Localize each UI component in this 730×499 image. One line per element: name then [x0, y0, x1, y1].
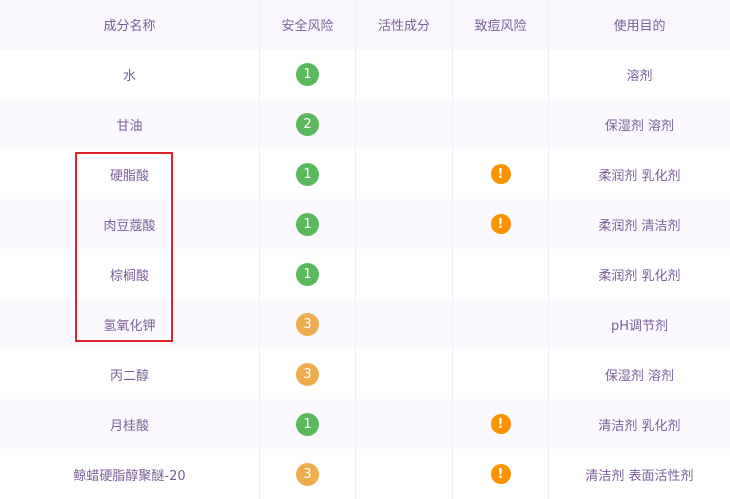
active-cell: [356, 349, 453, 399]
acne-cell: [453, 99, 549, 149]
safety-cell: 2: [260, 99, 356, 149]
table-row[interactable]: 月桂酸 1 ! 清洁剂 乳化剂: [0, 399, 730, 449]
purpose-cell: 保湿剂 溶剂: [604, 368, 675, 384]
header-acne: 致痘风险: [453, 0, 549, 49]
safety-cell: 1: [260, 249, 356, 299]
acne-cell: [453, 249, 549, 299]
safety-cell: 1: [260, 399, 356, 449]
header-active: 活性成分: [356, 0, 453, 49]
acne-cell: [453, 49, 549, 99]
purpose-cell: 清洁剂 乳化剂: [598, 418, 681, 434]
table-header: 成分名称 安全风险 活性成分 致痘风险 使用目的: [0, 0, 730, 49]
highlight-box: [75, 152, 173, 342]
header-purpose: 使用目的: [613, 19, 666, 34]
safety-badge: 1: [296, 262, 319, 286]
safety-cell: 3: [260, 299, 356, 349]
active-cell: [356, 299, 453, 349]
safety-cell: 1: [260, 49, 356, 99]
acne-warning-icon: !: [490, 164, 511, 184]
acne-cell: !: [453, 449, 549, 499]
active-cell: [356, 399, 453, 449]
ingredient-name[interactable]: 丙二醇: [0, 349, 260, 399]
acne-cell: [453, 349, 549, 399]
purpose-cell: pH调节剂: [610, 318, 669, 334]
acne-cell: !: [453, 399, 549, 449]
acne-cell: !: [453, 149, 549, 199]
active-cell: [356, 149, 453, 199]
header-safety: 安全风险: [260, 0, 356, 49]
acne-warning-icon: !: [490, 214, 511, 234]
safety-badge: 1: [296, 412, 319, 436]
table-row[interactable]: 甘油 2 保湿剂 溶剂: [0, 99, 730, 149]
ingredient-name[interactable]: 月桂酸: [0, 399, 260, 449]
safety-badge: 1: [296, 162, 319, 186]
safety-cell: 3: [260, 449, 356, 499]
active-cell: [356, 449, 453, 499]
ingredient-name[interactable]: 鲸蜡硬脂醇聚醚-20: [0, 449, 260, 499]
active-cell: [356, 199, 453, 249]
safety-badge: 1: [296, 62, 319, 86]
purpose-cell: 柔润剂 乳化剂: [598, 168, 681, 184]
acne-cell: [453, 299, 549, 349]
acne-warning-icon: !: [490, 464, 511, 484]
purpose-cell: 柔润剂 清洁剂: [598, 218, 681, 234]
table-row[interactable]: 水 1 溶剂: [0, 49, 730, 99]
safety-badge: 3: [296, 312, 319, 336]
active-cell: [356, 249, 453, 299]
purpose-cell: 溶剂: [626, 68, 653, 84]
safety-badge: 3: [296, 462, 319, 486]
acne-warning-icon: !: [490, 414, 511, 434]
table-row[interactable]: 丙二醇 3 保湿剂 溶剂: [0, 349, 730, 399]
purpose-cell: 清洁剂 表面活性剂: [585, 468, 694, 484]
acne-cell: !: [453, 199, 549, 249]
header-name: 成分名称: [0, 0, 260, 49]
active-cell: [356, 99, 453, 149]
safety-cell: 1: [260, 149, 356, 199]
safety-cell: 3: [260, 349, 356, 399]
purpose-cell: 保湿剂 溶剂: [604, 118, 675, 134]
ingredient-name[interactable]: 水: [0, 49, 260, 99]
purpose-cell: 柔润剂 乳化剂: [598, 268, 681, 284]
active-cell: [356, 49, 453, 99]
safety-badge: 3: [296, 362, 319, 386]
ingredient-name[interactable]: 甘油: [0, 99, 260, 149]
table-row[interactable]: 鲸蜡硬脂醇聚醚-20 3 ! 清洁剂 表面活性剂: [0, 449, 730, 499]
safety-badge: 1: [296, 212, 319, 236]
safety-cell: 1: [260, 199, 356, 249]
safety-badge: 2: [296, 112, 319, 136]
